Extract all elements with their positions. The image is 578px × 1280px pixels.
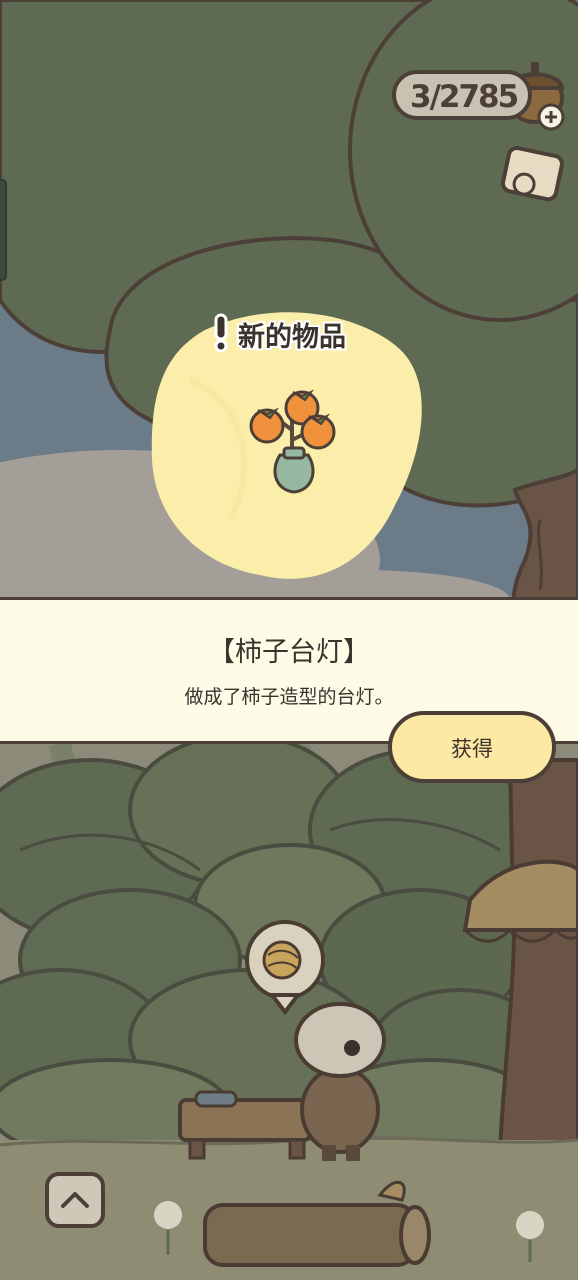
exclamation-icon: [214, 313, 228, 353]
obtain-button-label: 获得: [451, 737, 493, 761]
obtain-button[interactable]: 获得: [388, 711, 556, 783]
expand-up-button[interactable]: [45, 1172, 105, 1228]
item-name: 【柿子台灯】: [208, 637, 370, 668]
new-item-title-text: 新的物品: [238, 322, 346, 353]
item-description: 做成了柿子造型的台灯。: [184, 686, 394, 708]
crafter-character: [294, 1002, 386, 1161]
ticket-icon[interactable]: [500, 145, 564, 202]
acorn-counter: 3/2785: [392, 70, 532, 120]
plus-icon[interactable]: [537, 103, 565, 131]
acorn-count-text: 3/2785: [410, 79, 519, 115]
chevron-up-icon: [61, 1192, 89, 1208]
new-item-header: 新的物品: [210, 313, 370, 353]
